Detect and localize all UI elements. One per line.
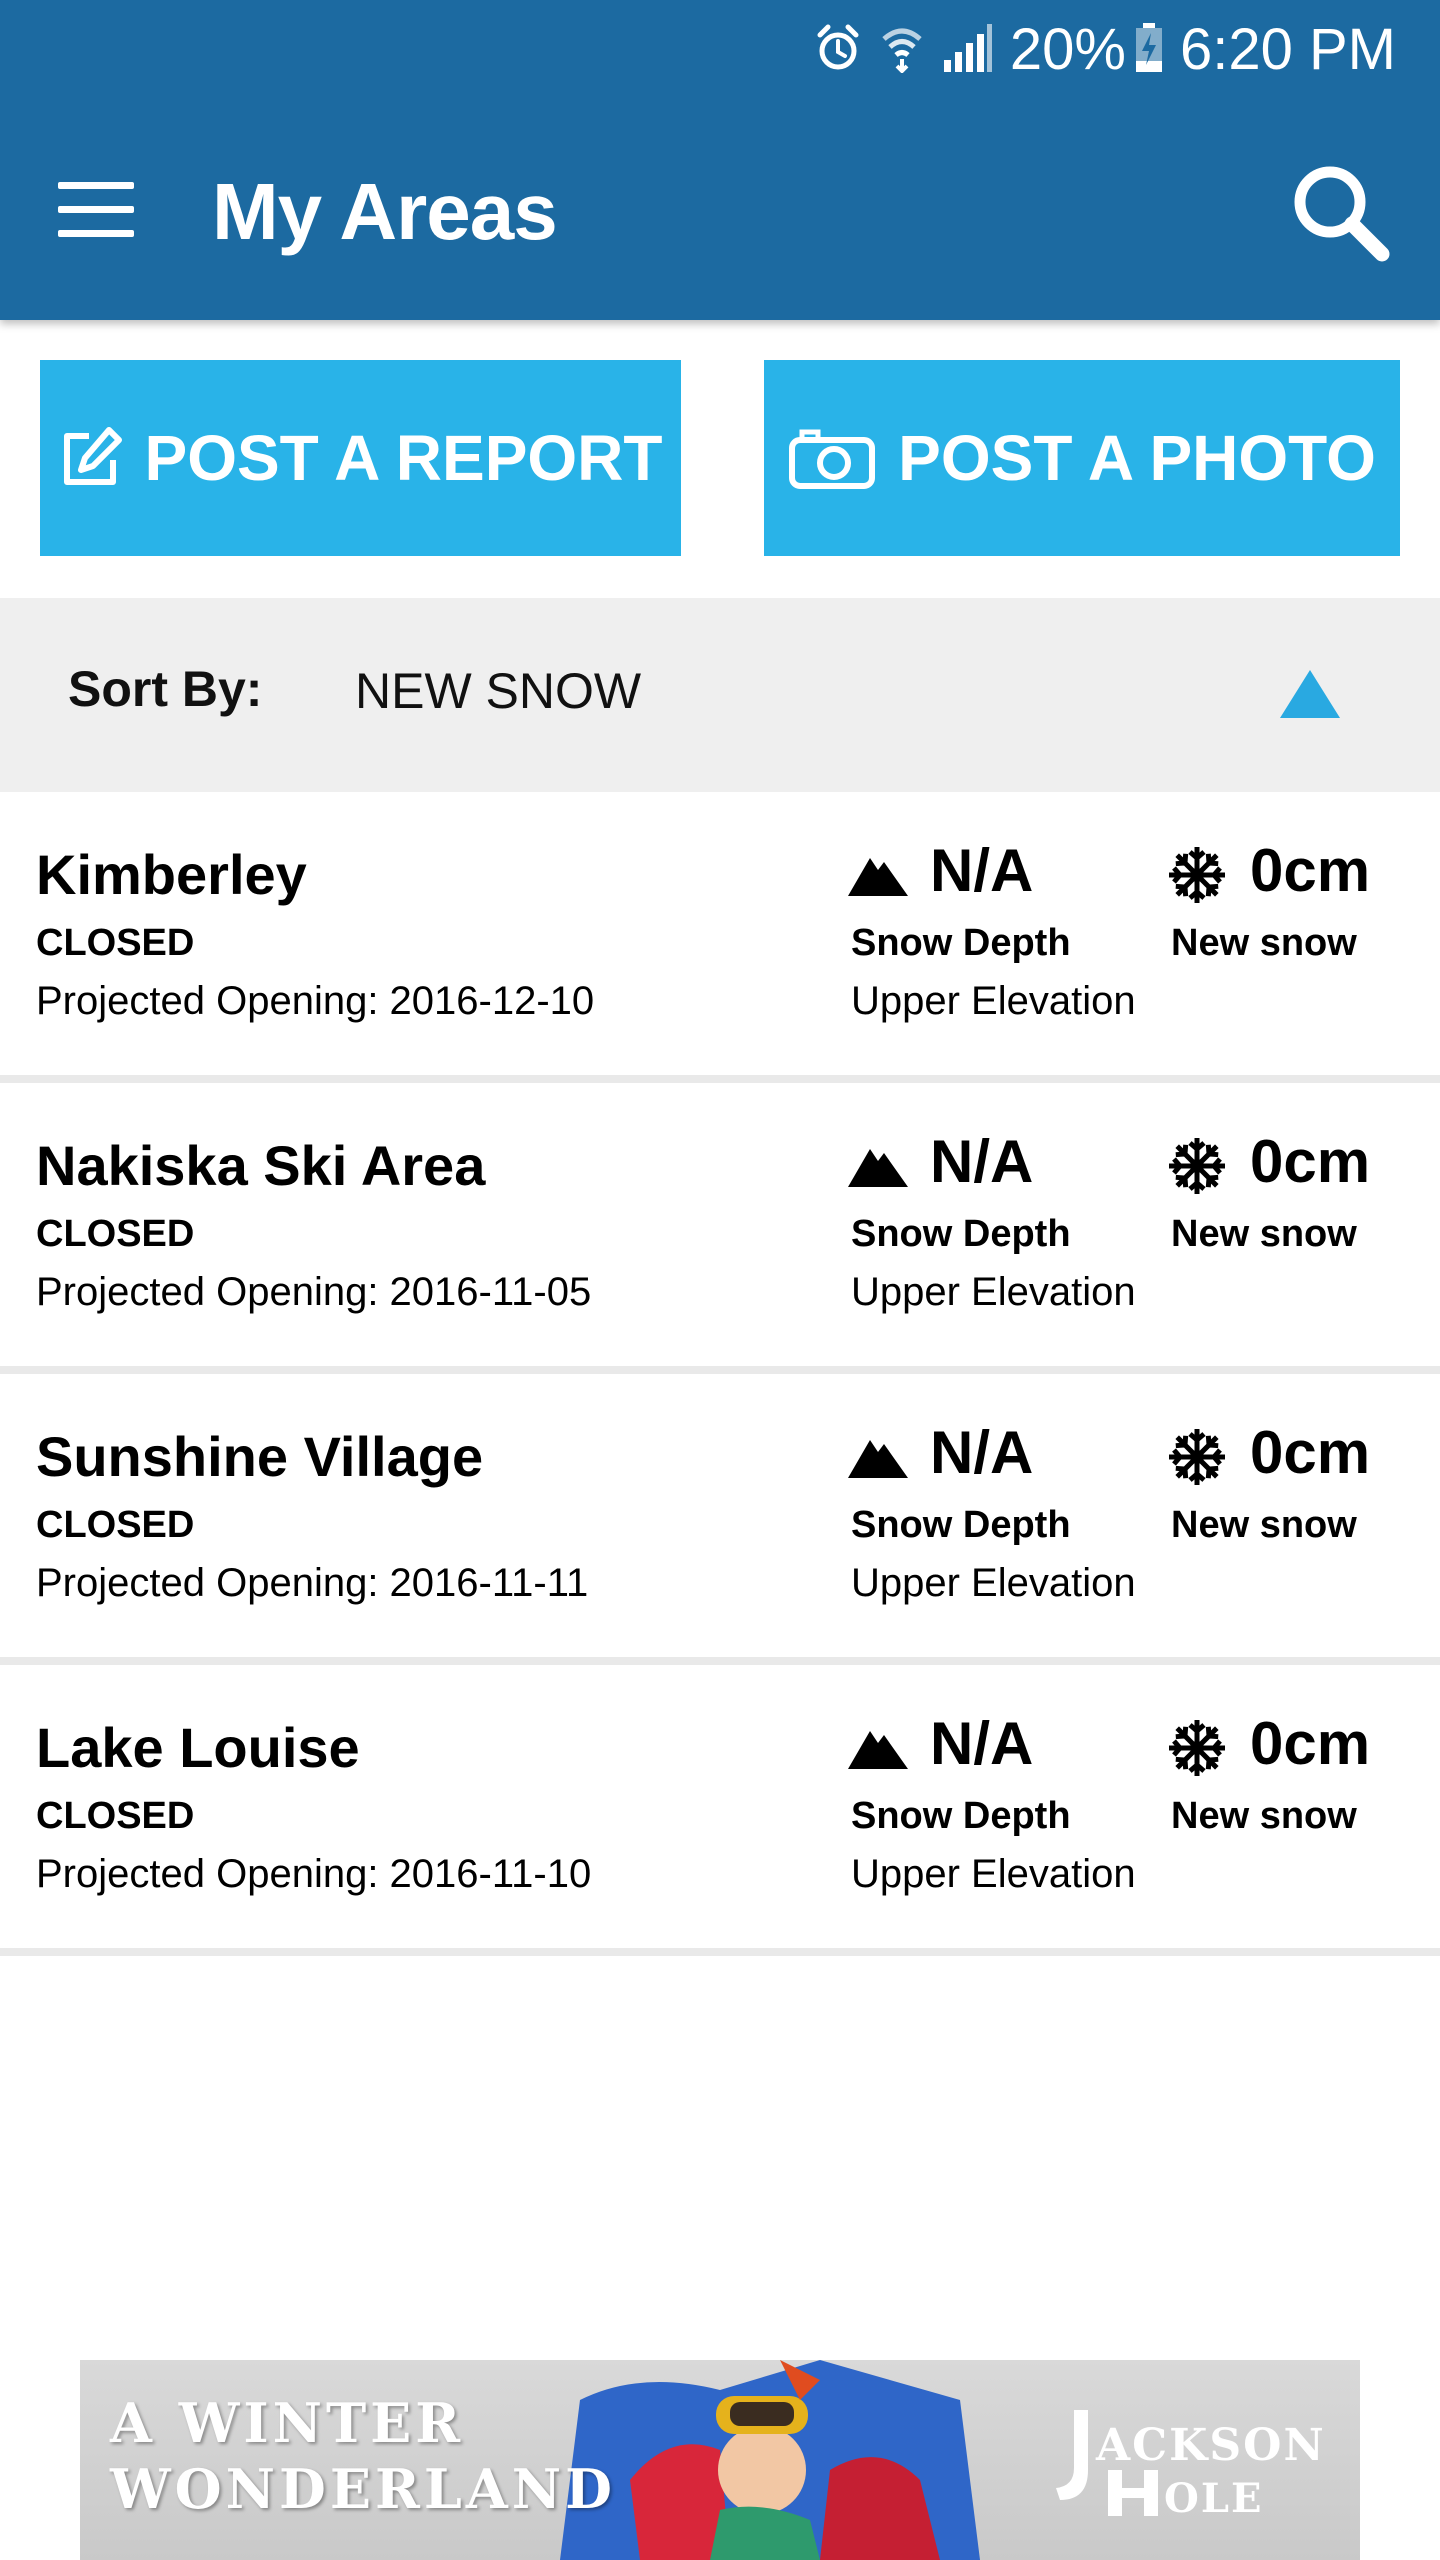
area-opening-date: Projected Opening: 2016-11-10	[36, 1852, 592, 1896]
edit-icon	[63, 427, 122, 485]
snow-depth-elevation: Upper Elevation	[851, 1270, 1136, 1314]
snow-depth-label: Snow Depth	[851, 922, 1071, 964]
battery-percent: 20%	[1009, 17, 1126, 82]
post-photo-label: POST A PHOTO	[898, 422, 1376, 494]
snow-depth-value: N/A	[930, 837, 1034, 904]
area-status: CLOSED	[36, 1795, 195, 1837]
status-bar: 20% 6:20 PM	[814, 14, 1396, 86]
new-snow-value: 0cm	[1250, 1128, 1371, 1195]
ad-line-2: WONDERLAND	[110, 2457, 616, 2521]
ad-line-1: A WINTER	[110, 2391, 465, 2455]
jackson-hole-logo: ACKSON OLE	[1056, 2410, 1326, 2520]
list-item[interactable]: Nakiska Ski Area CLOSED Projected Openin…	[0, 1083, 1440, 1374]
list-item[interactable]: Kimberley CLOSED Projected Opening: 2016…	[0, 792, 1440, 1083]
snow-depth-elevation: Upper Elevation	[851, 1852, 1136, 1896]
snow-depth-label: Snow Depth	[851, 1795, 1071, 1837]
area-opening-date: Projected Opening: 2016-12-10	[36, 979, 595, 1023]
ad-banner[interactable]: A WINTER WONDERLAND ACKSON OLE	[80, 2360, 1360, 2560]
snowflake-icon	[1169, 1720, 1225, 1776]
hamburger-menu-icon[interactable]	[58, 182, 134, 238]
area-status: CLOSED	[36, 1504, 195, 1546]
snowflake-icon	[1169, 1138, 1225, 1194]
search-icon[interactable]	[1288, 160, 1392, 264]
ad-headline: A WINTER WONDERLAND	[110, 2390, 616, 2522]
area-list: Kimberley CLOSED Projected Opening: 2016…	[0, 792, 1440, 1956]
camera-icon	[789, 429, 876, 489]
area-opening-date: Projected Opening: 2016-11-11	[36, 1561, 589, 1605]
signal-icon	[942, 23, 992, 77]
svg-text:OLE: OLE	[1164, 2475, 1263, 2520]
snow-depth-elevation: Upper Elevation	[851, 1561, 1136, 1605]
snow-depth-label: Snow Depth	[851, 1504, 1071, 1546]
snow-depth-value: N/A	[930, 1419, 1034, 1486]
mountain-icon	[848, 858, 908, 896]
new-snow-label: New snow	[1171, 1213, 1357, 1255]
snow-depth-value: N/A	[930, 1710, 1034, 1777]
new-snow-value: 0cm	[1250, 837, 1371, 904]
new-snow-value: 0cm	[1250, 1710, 1371, 1777]
mountain-icon	[848, 1149, 908, 1187]
battery-charging-icon	[1134, 22, 1164, 78]
mountain-icon	[848, 1440, 908, 1478]
sort-by-label: Sort By:	[68, 661, 263, 717]
snow-depth-elevation: Upper Elevation	[851, 979, 1136, 1023]
snowflake-icon	[1169, 1429, 1225, 1485]
snow-depth-label: Snow Depth	[851, 1213, 1071, 1255]
list-item[interactable]: Sunshine Village CLOSED Projected Openin…	[0, 1374, 1440, 1665]
mountain-icon	[848, 1731, 908, 1769]
area-name: Sunshine Village	[36, 1425, 484, 1488]
app-bar: 20% 6:20 PM My Areas	[0, 0, 1440, 320]
new-snow-label: New snow	[1171, 1795, 1357, 1837]
area-name: Kimberley	[36, 843, 307, 906]
status-time: 6:20 PM	[1180, 17, 1396, 82]
post-report-label: POST A REPORT	[144, 422, 663, 494]
area-status: CLOSED	[36, 1213, 195, 1255]
area-status: CLOSED	[36, 922, 195, 964]
area-name: Nakiska Ski Area	[36, 1134, 486, 1197]
triangle-up-icon[interactable]	[1280, 670, 1340, 718]
new-snow-value: 0cm	[1250, 1419, 1371, 1486]
alarm-icon	[814, 23, 862, 78]
snow-depth-value: N/A	[930, 1128, 1034, 1195]
list-item[interactable]: Lake Louise CLOSED Projected Opening: 20…	[0, 1665, 1440, 1956]
svg-text:ACKSON: ACKSON	[1095, 2420, 1326, 2471]
sort-by-dropdown[interactable]: NEW SNOW	[355, 662, 641, 720]
page-title: My Areas	[212, 167, 558, 256]
area-opening-date: Projected Opening: 2016-11-05	[36, 1270, 592, 1314]
new-snow-label: New snow	[1171, 1504, 1357, 1546]
post-report-button[interactable]: POST A REPORT	[40, 360, 681, 556]
sort-bar[interactable]: Sort By: NEW SNOW	[0, 598, 1440, 792]
post-photo-button[interactable]: POST A PHOTO	[764, 360, 1400, 556]
wifi-icon	[880, 23, 924, 78]
area-name: Lake Louise	[36, 1716, 360, 1779]
new-snow-label: New snow	[1171, 922, 1357, 964]
snowflake-icon	[1169, 847, 1225, 903]
